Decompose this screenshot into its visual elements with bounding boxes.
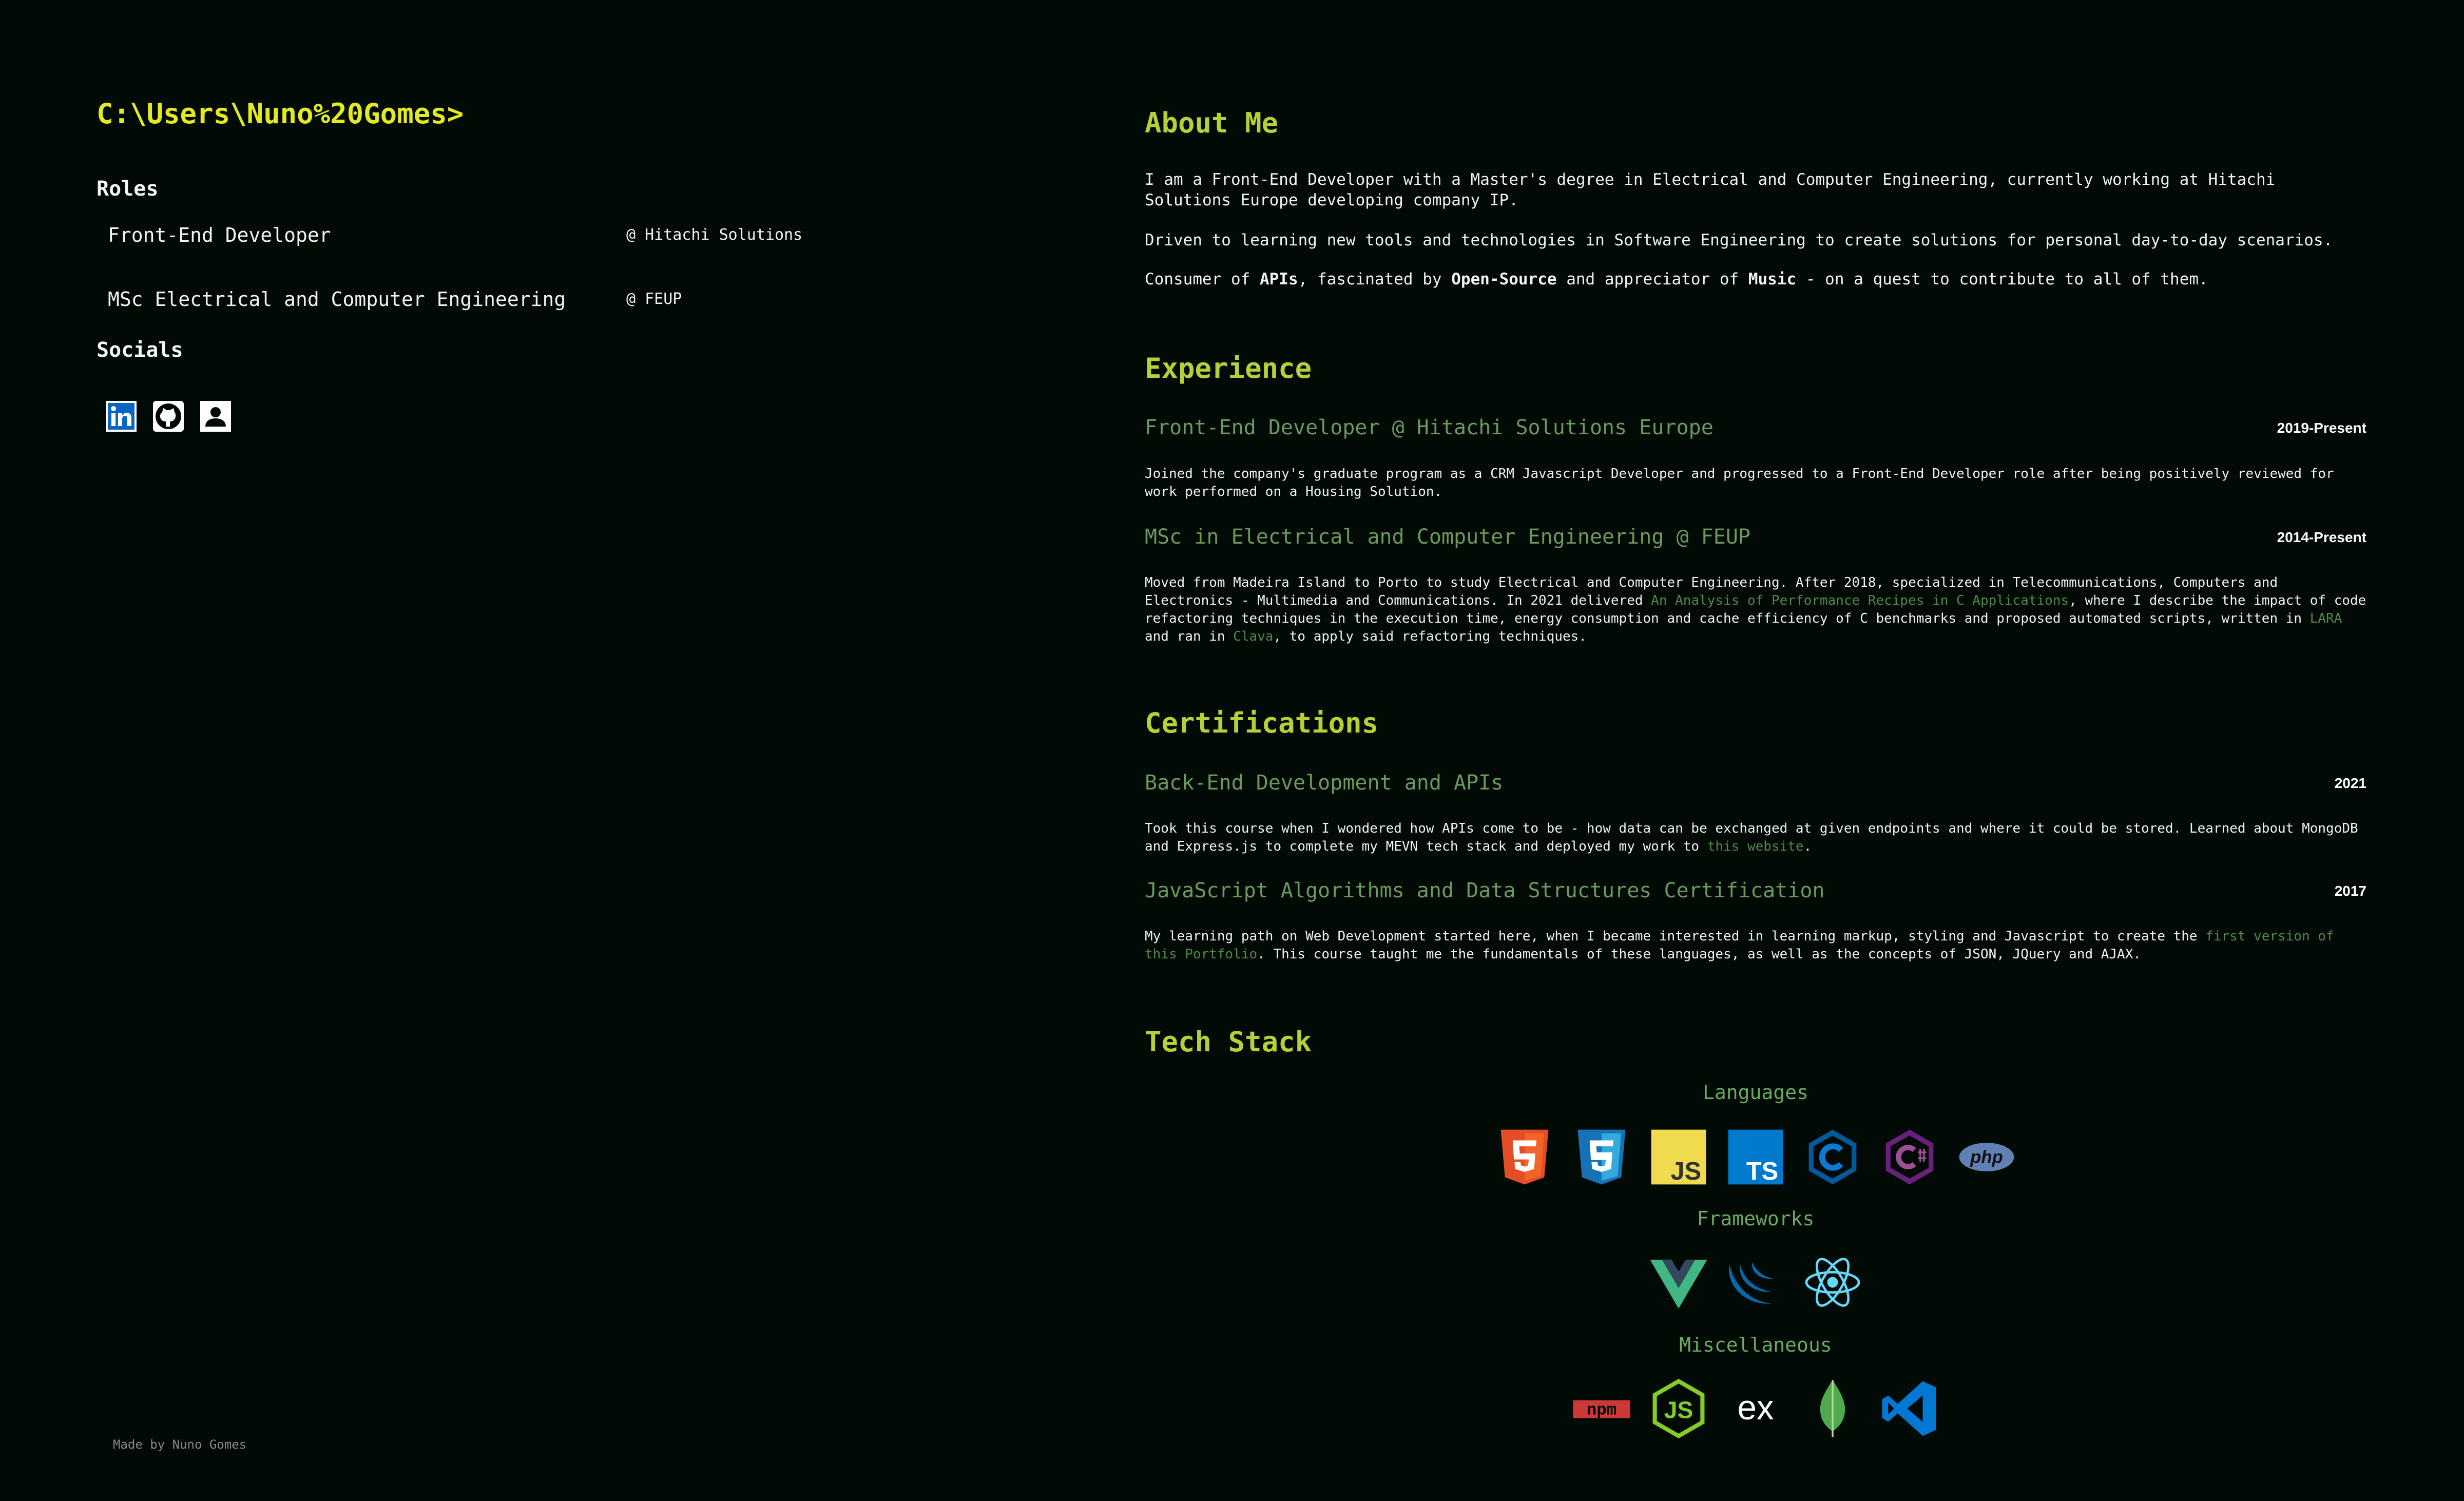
about-paragraph: Consumer of APIs, fascinated by Open-Sou…	[1145, 269, 2341, 290]
contact-icon[interactable]	[199, 400, 232, 433]
text: and appreciator of	[1556, 270, 1748, 288]
react-icon	[1805, 1258, 1860, 1307]
miscellaneous-label: Miscellaneous	[1679, 1334, 1832, 1356]
javascript-icon: JS	[1651, 1129, 1706, 1185]
experience-title: MSc in Electrical and Computer Engineeri…	[1145, 525, 1751, 549]
npm-text: npm	[1587, 1401, 1616, 1420]
text: My learning path on Web Development star…	[1145, 929, 2206, 944]
text: . This course taught me the fundamentals…	[1257, 947, 2142, 962]
certification-date: 2017	[2334, 883, 2366, 899]
npm-icon: npm	[1573, 1400, 1630, 1420]
tech-stack-heading: Tech Stack	[1145, 1026, 1312, 1058]
footer-credit: Made by Nuno Gomes	[113, 1437, 247, 1452]
csharp-icon	[1885, 1129, 1934, 1185]
html5-icon	[1500, 1129, 1549, 1185]
role-organization: @ FEUP	[626, 290, 682, 308]
role-organization: @ Hitachi Solutions	[626, 226, 803, 244]
linkedin-icon[interactable]	[105, 400, 138, 433]
certification-description: Took this course when I wondered how API…	[1145, 820, 2366, 856]
languages-icons: JS TS php	[1145, 1127, 2366, 1187]
certification-title: Back-End Development and APIs	[1145, 771, 1504, 795]
socials-heading: Socials	[97, 338, 183, 362]
express-icon: ex	[1737, 1389, 1774, 1427]
experience-heading: Experience	[1145, 352, 1312, 384]
text: , fascinated by	[1298, 270, 1452, 288]
text-bold: Music	[1748, 270, 1797, 288]
css3-icon	[1577, 1129, 1626, 1185]
roles-heading: Roles	[97, 177, 159, 201]
experience-title: Front-End Developer @ Hitachi Solutions …	[1145, 416, 1714, 439]
text: - on a quest to contribute to all of the…	[1796, 270, 2208, 288]
role-item: MSc Electrical and Computer Engineering …	[97, 267, 867, 331]
certification-title: JavaScript Algorithms and Data Structure…	[1145, 879, 1825, 902]
experience-description: Moved from Madeira Island to Porto to st…	[1145, 574, 2366, 646]
vue-icon	[1650, 1259, 1707, 1309]
about-paragraph: Driven to learning new tools and technol…	[1145, 231, 2333, 249]
experience-date: 2014-Present	[2277, 529, 2366, 545]
node-js-text: JS	[1664, 1397, 1693, 1423]
php-icon: php	[1959, 1143, 2014, 1171]
typescript-icon: TS	[1728, 1129, 1783, 1185]
text: and ran in	[1145, 629, 1234, 644]
text: Consumer of	[1145, 270, 1260, 288]
certification-date: 2021	[2334, 775, 2366, 791]
nodejs-icon: JS	[1652, 1379, 1705, 1438]
certifications-heading: Certifications	[1145, 707, 1379, 739]
languages-label: Languages	[1703, 1081, 1808, 1104]
miscellaneous-icons: npm JS ex	[1145, 1379, 2366, 1438]
frameworks-icons	[1145, 1253, 2366, 1312]
experience-date: 2019-Present	[2277, 420, 2366, 436]
text-bold: Open-Source	[1451, 270, 1557, 288]
js-text: JS	[1671, 1158, 1702, 1185]
role-item: Front-End Developer @ Hitachi Solutions	[97, 203, 867, 267]
lara-link[interactable]: LARA	[2310, 611, 2342, 626]
thesis-link[interactable]: An Analysis of Performance Recipes in C …	[1651, 593, 2069, 608]
vscode-icon	[1882, 1381, 1936, 1436]
jquery-icon	[1729, 1262, 1774, 1304]
socials-links	[97, 400, 867, 433]
role-title: MSc Electrical and Computer Engineering	[108, 287, 566, 311]
about-heading: About Me	[1145, 107, 1279, 139]
role-title: Front-End Developer	[108, 223, 331, 246]
express-text: ex	[1737, 1389, 1774, 1427]
certification-description: My learning path on Web Development star…	[1145, 928, 2366, 964]
text: , to apply said refactoring techniques.	[1273, 629, 1587, 644]
text: .	[1803, 839, 1812, 854]
terminal-prompt-title: C:\Users\Nuno%20Gomes>	[97, 98, 464, 130]
php-text: php	[1970, 1147, 2003, 1167]
mongodb-icon	[1820, 1380, 1845, 1437]
profile-panel: C:\Users\Nuno%20Gomes> Roles Front-End D…	[97, 98, 867, 433]
website-link[interactable]: this website	[1707, 839, 1804, 854]
experience-description: Joined the company's graduate program as…	[1145, 466, 2334, 499]
about-paragraph: I am a Front-End Developer with a Master…	[1145, 170, 2276, 209]
clava-link[interactable]: Clava	[1233, 629, 1273, 644]
c-icon	[1808, 1129, 1857, 1185]
text-bold: APIs	[1259, 270, 1298, 288]
ts-text: TS	[1746, 1158, 1778, 1185]
github-icon[interactable]	[152, 400, 185, 433]
frameworks-label: Frameworks	[1697, 1207, 1815, 1230]
